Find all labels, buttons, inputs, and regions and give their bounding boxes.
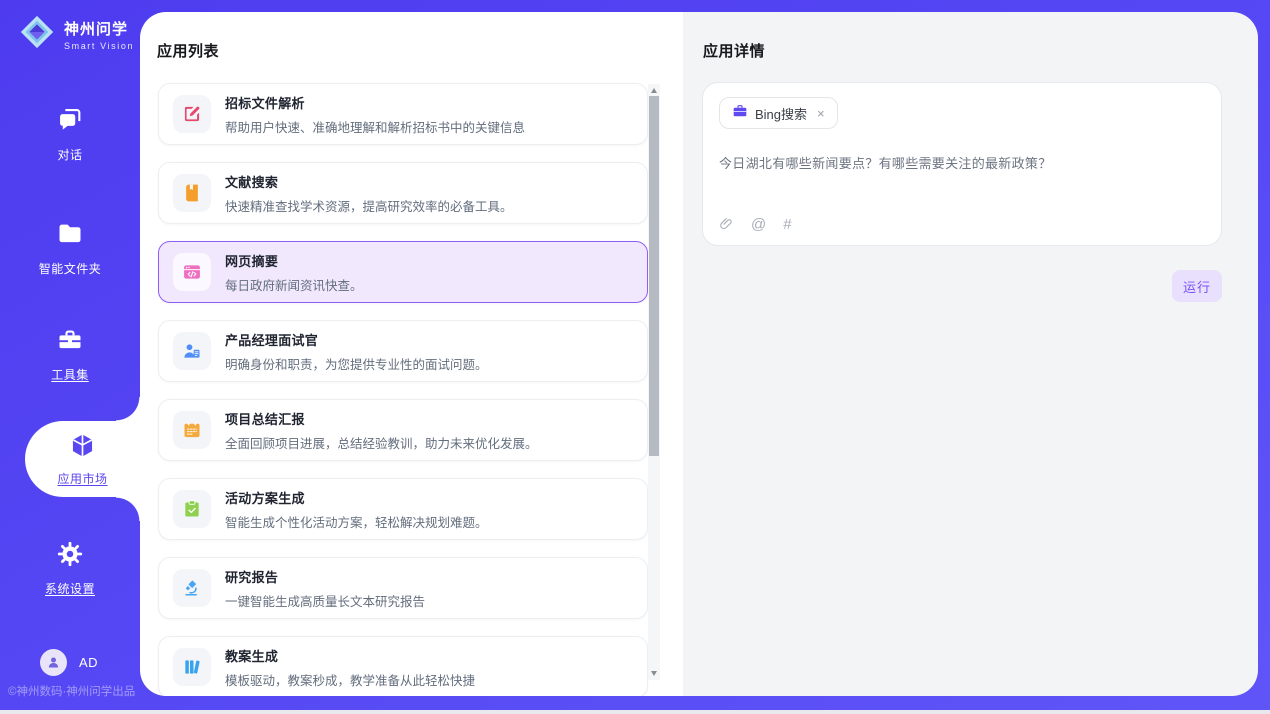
app-card-title: 产品经理面试官 — [225, 330, 488, 349]
app-card-event-plan[interactable]: 活动方案生成 智能生成个性化活动方案，轻松解决规划难题。 — [158, 478, 648, 540]
app-card-title: 研究报告 — [225, 567, 425, 586]
app-detail-title: 应用详情 — [703, 40, 765, 61]
scrollbar-thumb[interactable] — [649, 96, 659, 456]
books-icon — [182, 657, 202, 677]
hash-icon[interactable]: # — [783, 217, 791, 232]
app-card-title: 活动方案生成 — [225, 488, 488, 507]
app-card-desc: 一键智能生成高质量长文本研究报告 — [225, 591, 425, 610]
app-card-desc: 帮助用户快速、准确地理解和解析招标书中的关键信息 — [225, 117, 525, 136]
icon-tile — [173, 95, 211, 133]
calendar-icon — [182, 420, 202, 440]
attachment-icon[interactable] — [719, 217, 734, 232]
app-card-title: 网页摘要 — [225, 251, 363, 270]
icon-tile — [173, 253, 211, 291]
chat-icon — [56, 106, 84, 139]
microscope-icon — [182, 578, 202, 598]
icon-tile — [173, 569, 211, 607]
scrollbar[interactable] — [648, 84, 660, 680]
icon-tile — [173, 490, 211, 528]
person-doc-icon — [182, 341, 202, 361]
sidebar-item-app-market[interactable]: 应用市场 — [25, 421, 140, 497]
app-card-pm-interviewer[interactable]: 产品经理面试官 明确身份和职责，为您提供专业性的面试问题。 — [158, 320, 648, 382]
app-card-bid-document-parsing[interactable]: 招标文件解析 帮助用户快速、准确地理解和解析招标书中的关键信息 — [158, 83, 648, 145]
icon-tile — [173, 174, 211, 212]
sidebar-item-label: 应用市场 — [57, 470, 107, 487]
sidebar-item-label: 系统设置 — [45, 580, 95, 597]
brand-name: 神州问学 — [64, 18, 134, 39]
app-card-lesson-plan[interactable]: 教案生成 模板驱动，教案秒成，教学准备从此轻松快捷 — [158, 636, 648, 696]
app-card-title: 文献搜索 — [225, 172, 513, 191]
app-card-desc: 明确身份和职责，为您提供专业性的面试问题。 — [225, 354, 488, 373]
app-card-title: 教案生成 — [225, 646, 475, 665]
brand-tagline: Smart Vision — [64, 41, 134, 51]
prompt-input-card[interactable]: Bing搜索 × 今日湖北有哪些新闻要点？有哪些需要关注的最新政策？ @ # — [702, 82, 1222, 246]
app-detail-panel: 应用详情 Bing搜索 × 今日湖北有哪些新闻要点？有哪些需要关注的最新政策？ — [683, 12, 1258, 696]
app-list-panel: 应用列表 招标文件解析 帮助用户快速、准确地理解和解析招标书中的关键信 — [140, 12, 683, 696]
icon-tile — [173, 648, 211, 686]
input-toolbar: @ # — [719, 217, 792, 232]
app-card-desc: 每日政府新闻资讯快查。 — [225, 275, 363, 294]
user-account[interactable]: AD — [40, 649, 98, 676]
app-card-title: 招标文件解析 — [225, 93, 525, 112]
sidebar-item-label: 对话 — [57, 146, 82, 163]
app-card-desc: 模板驱动，教案秒成，教学准备从此轻松快捷 — [225, 670, 475, 689]
diamond-logo-icon — [18, 13, 56, 56]
app-card-research-report[interactable]: 研究报告 一键智能生成高质量长文本研究报告 — [158, 557, 648, 619]
app-card-literature-search[interactable]: 文献搜索 快速精准查找学术资源，提高研究效率的必备工具。 — [158, 162, 648, 224]
browser-code-icon — [182, 262, 202, 282]
sidebar-item-label: 智能文件夹 — [39, 260, 102, 277]
clipboard-check-icon — [182, 499, 202, 519]
cube-icon — [69, 432, 96, 464]
sidebar: 神州问学 Smart Vision 对话 智能文件夹 — [0, 0, 140, 710]
app-card-web-summary[interactable]: 网页摘要 每日政府新闻资讯快查。 — [158, 241, 648, 303]
app-list-title: 应用列表 — [157, 40, 219, 61]
sidebar-item-chat[interactable]: 对话 — [0, 106, 140, 163]
toolbox-icon — [56, 326, 84, 359]
tool-chip-bing-search[interactable]: Bing搜索 × — [719, 97, 838, 129]
folder-icon — [56, 220, 84, 253]
avatar — [40, 649, 67, 676]
gear-icon — [56, 540, 84, 573]
icon-tile — [173, 411, 211, 449]
prompt-text[interactable]: 今日湖北有哪些新闻要点？有哪些需要关注的最新政策？ — [719, 153, 1205, 172]
purple-frame: 神州问学 Smart Vision 对话 智能文件夹 — [0, 0, 1270, 710]
app-card-desc: 全面回顾项目进展，总结经验教训，助力未来优化发展。 — [225, 433, 538, 452]
pen-square-icon — [182, 104, 202, 124]
brand-logo: 神州问学 Smart Vision — [18, 13, 134, 56]
app-card-list: 招标文件解析 帮助用户快速、准确地理解和解析招标书中的关键信息 — [158, 83, 648, 696]
sidebar-item-label: 工具集 — [51, 366, 89, 383]
app-card-desc: 智能生成个性化活动方案，轻松解决规划难题。 — [225, 512, 488, 531]
sidebar-item-toolset[interactable]: 工具集 — [0, 326, 140, 383]
book-icon — [182, 183, 202, 203]
chip-close-icon[interactable]: × — [817, 107, 825, 120]
briefcase-icon — [732, 103, 748, 124]
app-card-project-summary[interactable]: 项目总结汇报 全面回顾项目进展，总结经验教训，助力未来优化发展。 — [158, 399, 648, 461]
copyright-text: ©神州数码·神州问学出品 — [8, 683, 135, 699]
app-card-title: 项目总结汇报 — [225, 409, 538, 428]
sidebar-item-settings[interactable]: 系统设置 — [0, 540, 140, 597]
content-area: 应用列表 招标文件解析 帮助用户快速、准确地理解和解析招标书中的关键信 — [140, 12, 1258, 696]
scrollbar-down-arrow-icon[interactable] — [651, 671, 657, 676]
user-initials: AD — [79, 655, 98, 670]
sidebar-item-smart-folder[interactable]: 智能文件夹 — [0, 220, 140, 277]
icon-tile — [173, 332, 211, 370]
chip-label: Bing搜索 — [755, 104, 807, 123]
app-card-desc: 快速精准查找学术资源，提高研究效率的必备工具。 — [225, 196, 513, 215]
scrollbar-up-arrow-icon[interactable] — [651, 88, 657, 93]
run-button[interactable]: 运行 — [1172, 270, 1222, 302]
mention-icon[interactable]: @ — [751, 217, 766, 232]
